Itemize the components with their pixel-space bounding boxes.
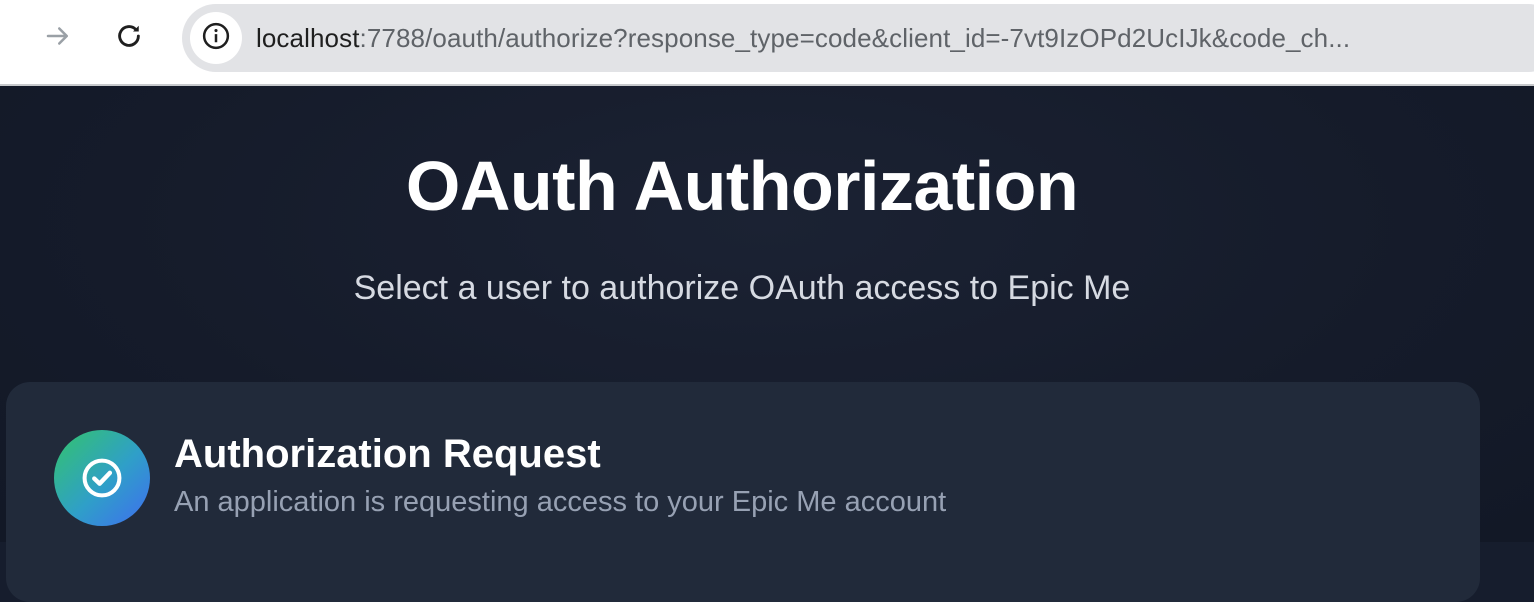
- page-subtitle: Select a user to authorize OAuth access …: [353, 269, 1131, 307]
- browser-toolbar: localhost:7788/oauth/authorize?response_…: [0, 0, 1534, 84]
- url-text[interactable]: localhost:7788/oauth/authorize?response_…: [256, 4, 1511, 72]
- page-content: OAuth Authorization Select a user to aut…: [0, 86, 1534, 602]
- forward-button[interactable]: [37, 17, 79, 59]
- reload-icon: [114, 21, 144, 56]
- forward-arrow-icon: [43, 21, 73, 56]
- card-title: Authorization Request: [174, 432, 601, 476]
- url-path: :7788/oauth/authorize?response_type=code…: [359, 23, 1351, 53]
- address-bar[interactable]: localhost:7788/oauth/authorize?response_…: [182, 4, 1534, 72]
- reload-button[interactable]: [108, 17, 150, 59]
- authorization-request-card: Authorization Request An application is …: [6, 382, 1480, 602]
- url-host: localhost: [256, 23, 360, 53]
- card-description: An application is requesting access to y…: [174, 486, 947, 518]
- page-title: OAuth Authorization: [405, 147, 1079, 225]
- site-info-button[interactable]: [190, 12, 242, 64]
- info-icon: [201, 21, 231, 56]
- check-circle-icon: [54, 430, 150, 526]
